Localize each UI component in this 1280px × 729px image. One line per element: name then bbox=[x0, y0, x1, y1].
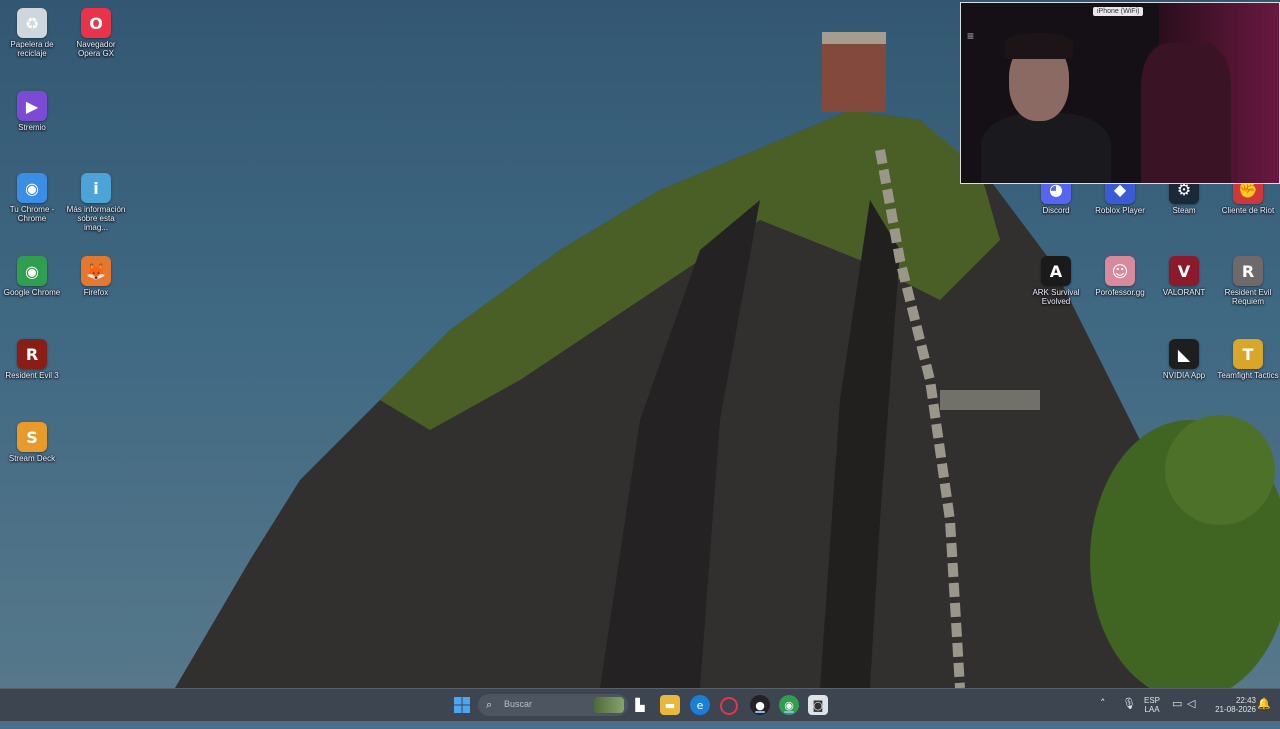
desktop-icon-label: Cliente de Riot bbox=[1221, 206, 1275, 215]
valorant-icon: V bbox=[1169, 256, 1199, 286]
bell-icon: 🔔 bbox=[1257, 697, 1271, 710]
desktop-icon-tu-chrome[interactable]: ◉ Tu Chrome - Chrome bbox=[1, 169, 63, 223]
desktop-icon-valorant[interactable]: V VALORANT bbox=[1153, 252, 1215, 297]
desktop-icon-label: Tu Chrome - Chrome bbox=[9, 205, 55, 223]
stremio-icon: ▶ bbox=[17, 91, 47, 121]
obs-icon: ● bbox=[755, 698, 765, 712]
person-hair bbox=[1005, 33, 1073, 59]
microphone-button[interactable]: 🎙 bbox=[1122, 697, 1136, 729]
desktop-icon-mas-informacion[interactable]: i Más información sobre esta imag... bbox=[65, 169, 127, 232]
desktop-icon-label: Más información sobre esta imag... bbox=[66, 205, 126, 232]
clock[interactable]: 22:43 21-08-2026 bbox=[1206, 696, 1256, 728]
microphone-icon: 🎙 bbox=[1122, 697, 1136, 710]
tft-icon: T bbox=[1233, 339, 1263, 369]
desktop-icon-label: ARK Survival Evolved bbox=[1032, 288, 1080, 306]
porofessor-icon: ☺ bbox=[1105, 256, 1135, 286]
task-view-button[interactable]: ▙ bbox=[630, 695, 650, 715]
firefox-icon: 🦊 bbox=[81, 256, 111, 286]
opera-gx-taskbar-button[interactable] bbox=[720, 697, 738, 715]
search-icon: ⌕ bbox=[486, 698, 493, 711]
desktop-icon-label: Discord bbox=[1042, 206, 1070, 215]
keyboard-layout: LAA bbox=[1144, 705, 1160, 714]
desktop-icon-stremio[interactable]: ▶ Stremio bbox=[1, 87, 63, 132]
nvidia-icon: ◣ bbox=[1169, 339, 1199, 369]
folder-icon: ▬ bbox=[664, 698, 676, 712]
start-button[interactable] bbox=[452, 695, 472, 715]
info-image-icon: i bbox=[81, 173, 111, 203]
desktop-icon-label: Steam bbox=[1172, 206, 1196, 215]
stream-deck-icon: S bbox=[17, 422, 47, 452]
desktop-icon-firefox[interactable]: 🦊 Firefox bbox=[65, 252, 127, 297]
speaker-icon: ◁ bbox=[1187, 697, 1196, 710]
app-window-icon: ◙ bbox=[812, 698, 824, 712]
active-indicator bbox=[755, 711, 765, 713]
desktop-icon-resident-evil-3[interactable]: R Resident Evil 3 bbox=[1, 335, 63, 380]
person-torso bbox=[981, 113, 1111, 183]
opera-gx-icon: O bbox=[81, 8, 111, 38]
desktop-icon-label: Stremio bbox=[18, 123, 46, 132]
desktop-icon-ark[interactable]: A ARK Survival Evolved bbox=[1025, 252, 1087, 306]
desktop-icon-opera-gx[interactable]: O Navegador Opera GX bbox=[65, 4, 127, 58]
taskbar: ⌕ Buscar ▙ ▬ e ● ◉ ◙ ˄ 🎙 ESP LAA ▭ ◁ 22:… bbox=[0, 688, 1280, 721]
desktop-icon-label: Porofessor.gg bbox=[1095, 288, 1145, 297]
language-code: ESP bbox=[1143, 696, 1160, 705]
resident-evil-requiem-icon: R bbox=[1233, 256, 1263, 286]
desktop-icon-teamfight-tactics[interactable]: T Teamfight Tactics bbox=[1217, 335, 1279, 380]
desktop-icon-label: Roblox Player bbox=[1095, 206, 1145, 215]
desktop-icon-resident-evil-requiem[interactable]: R Resident Evil Requiem bbox=[1217, 252, 1279, 306]
language-indicator[interactable]: ESP LAA bbox=[1140, 696, 1164, 728]
notifications-button[interactable]: 🔔 bbox=[1257, 697, 1271, 729]
desktop-icon-label: Navegador Opera GX bbox=[76, 40, 116, 58]
desktop-icon-label: VALORANT bbox=[1162, 288, 1206, 297]
show-hidden-icons-button[interactable]: ˄ bbox=[1100, 697, 1106, 729]
search-placeholder: Buscar bbox=[504, 699, 533, 709]
desktop-icon-label: Stream Deck bbox=[8, 454, 56, 463]
desktop-icon-label: Resident Evil Requiem bbox=[1224, 288, 1272, 306]
desktop-icon-porofessor[interactable]: ☺ Porofessor.gg bbox=[1089, 252, 1151, 297]
desktop-icon-label: Resident Evil 3 bbox=[5, 371, 59, 380]
app-taskbar-button[interactable]: ◙ bbox=[808, 695, 828, 715]
desktop-icon-google-chrome[interactable]: ◉ Google Chrome bbox=[1, 252, 63, 297]
desktop-icon-label: Firefox bbox=[83, 288, 109, 297]
desktop-icon-recycle-bin[interactable]: ♻ Papelera de reciclaje bbox=[1, 4, 63, 58]
task-view-icon: ▙ bbox=[635, 698, 645, 712]
chrome-profile-icon: ◉ bbox=[17, 173, 47, 203]
webcam-overlay: ≡ iPhone (WiFi) bbox=[960, 2, 1280, 184]
edge-button[interactable]: e bbox=[690, 695, 710, 715]
desktop-icon-label: Google Chrome bbox=[3, 288, 61, 297]
volume-button[interactable]: ◁ bbox=[1187, 697, 1195, 729]
search-highlight-icon bbox=[594, 697, 624, 713]
chrome-taskbar-button[interactable]: ◉ bbox=[779, 695, 799, 715]
desktop-icon-stream-deck[interactable]: S Stream Deck bbox=[1, 418, 63, 463]
recycle-bin-icon: ♻ bbox=[17, 8, 47, 38]
edge-icon: e bbox=[696, 698, 704, 712]
desktop-icon-label: Teamfight Tactics bbox=[1217, 371, 1279, 380]
network-icon: ▭ bbox=[1172, 697, 1183, 710]
ark-icon: A bbox=[1041, 256, 1071, 286]
chevron-up-icon: ˄ bbox=[1100, 697, 1106, 710]
desktop-icon-nvidia-app[interactable]: ◣ NVIDIA App bbox=[1153, 335, 1215, 380]
chrome-taskbar-icon: ◉ bbox=[784, 698, 794, 712]
chrome-icon: ◉ bbox=[17, 256, 47, 286]
clock-time: 22:43 bbox=[1235, 696, 1256, 705]
desktop-icon-label: NVIDIA App bbox=[1162, 371, 1206, 380]
file-explorer-button[interactable]: ▬ bbox=[660, 695, 680, 715]
desktop-icon-label: Papelera de reciclaje bbox=[10, 40, 54, 58]
obs-button[interactable]: ● bbox=[750, 695, 770, 715]
search-box[interactable]: ⌕ Buscar bbox=[478, 694, 628, 716]
windows-icon bbox=[454, 697, 470, 713]
webcam-source-tag: iPhone (WiFi) bbox=[1093, 7, 1144, 16]
resident-evil-3-icon: R bbox=[17, 339, 47, 369]
active-indicator bbox=[784, 711, 794, 713]
gaming-chair bbox=[1141, 43, 1231, 183]
network-button[interactable]: ▭ bbox=[1172, 697, 1182, 729]
menu-icon: ≡ bbox=[967, 29, 975, 43]
desktop: ♻ Papelera de reciclaje O Navegador Opera G… bbox=[0, 0, 1280, 688]
clock-date: 21-08-2026 bbox=[1215, 705, 1256, 714]
